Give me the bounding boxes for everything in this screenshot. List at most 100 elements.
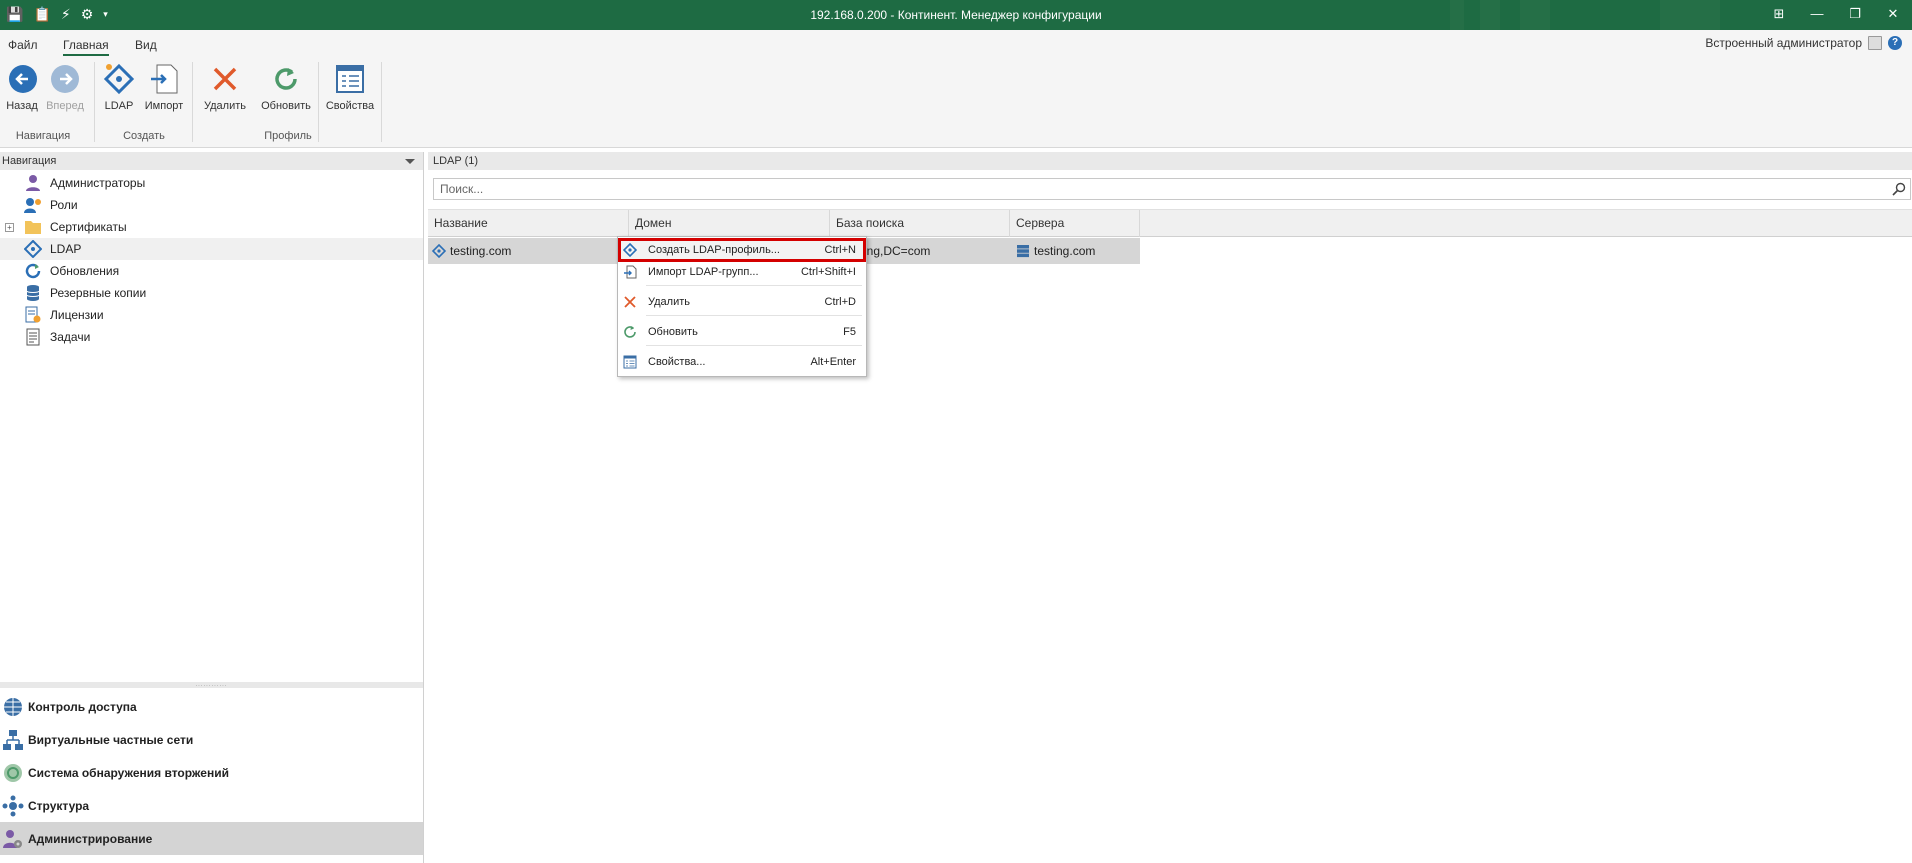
delete-x-icon: [624, 296, 636, 308]
refresh-button[interactable]: Обновить: [258, 62, 314, 112]
updates-icon: [25, 263, 41, 279]
tree-item-label: Администраторы: [50, 176, 146, 190]
cell-name-text: testing.com: [450, 244, 512, 258]
delete-x-icon: [208, 62, 242, 96]
ids-icon: [4, 763, 22, 782]
network-icon: [3, 729, 23, 750]
menu-separator: [646, 285, 862, 286]
tree-item-certificates[interactable]: + Сертификаты: [0, 216, 423, 238]
ldap-icon: [102, 62, 136, 96]
tab-view[interactable]: Вид: [135, 38, 157, 52]
maximize-button[interactable]: ❐: [1836, 0, 1874, 28]
menu-item-properties[interactable]: Свойства... Alt+Enter: [618, 351, 866, 373]
section-label: Система обнаружения вторжений: [28, 765, 229, 780]
tree-item-label: Задачи: [50, 330, 91, 344]
structure-icon: [2, 795, 24, 816]
forward-button[interactable]: Вперед: [44, 62, 86, 112]
refresh-icon: [269, 62, 303, 96]
roles-icon: [24, 198, 41, 213]
close-button[interactable]: ✕: [1874, 0, 1912, 28]
menu-item-label: Создать LDAP-профиль...: [648, 244, 780, 256]
delete-label: Удалить: [204, 100, 246, 112]
minimize-button[interactable]: —: [1798, 0, 1836, 28]
expand-icon[interactable]: +: [5, 222, 14, 232]
group-label-navigation: Навигация: [15, 130, 71, 142]
restore-window-icon[interactable]: ⊞: [1760, 0, 1798, 28]
ldap-create-button[interactable]: LDAP: [102, 62, 136, 112]
column-header-search-base[interactable]: База поиска: [830, 210, 1010, 237]
menu-item-refresh[interactable]: Обновить F5: [618, 321, 866, 343]
forward-label: Вперед: [46, 100, 84, 112]
section-label: Виртуальные частные сети: [28, 732, 194, 747]
section-structure[interactable]: Структура: [0, 789, 423, 822]
tab-home[interactable]: Главная: [63, 38, 109, 56]
ldap-icon: [432, 244, 446, 258]
avatar[interactable]: [1868, 36, 1882, 50]
properties-button[interactable]: Свойства: [324, 62, 376, 112]
import-icon: [147, 62, 181, 96]
tree-item-roles[interactable]: Роли: [0, 194, 423, 216]
table-header: Название Домен База поиска Сервера: [428, 209, 1912, 237]
tasks-icon: [26, 328, 40, 346]
help-icon[interactable]: ?: [1888, 36, 1902, 50]
menu-item-shortcut: F5: [843, 326, 856, 338]
navigation-header[interactable]: Навигация: [0, 152, 423, 170]
import-icon: [624, 265, 637, 279]
import-button[interactable]: Импорт: [141, 62, 187, 112]
tree-item-label: Роли: [50, 198, 78, 212]
menu-item-shortcut: Ctrl+Shift+I: [800, 266, 856, 278]
back-arrow-icon: [6, 62, 40, 96]
delete-button[interactable]: Удалить: [202, 62, 248, 112]
tree-item-label: Сертификаты: [50, 220, 127, 234]
tree-item-tasks[interactable]: Задачи: [0, 326, 423, 348]
column-header-domain[interactable]: Домен: [629, 210, 830, 237]
menu-item-label: Свойства...: [648, 356, 706, 368]
menu-item-delete[interactable]: Удалить Ctrl+D: [618, 291, 866, 313]
column-header-name[interactable]: Название: [428, 210, 629, 237]
admin-icon: [26, 175, 40, 191]
search-input[interactable]: [434, 179, 1874, 199]
pane-splitter[interactable]: ............: [0, 682, 423, 688]
chevron-down-icon[interactable]: [405, 159, 415, 164]
tree-item-label: Обновления: [50, 264, 120, 278]
menu-item-label: Удалить: [648, 296, 690, 308]
column-header-servers[interactable]: Сервера: [1010, 210, 1140, 237]
search-box: [433, 178, 1911, 200]
search-icon[interactable]: [1892, 182, 1906, 196]
menu-item-shortcut: Alt+Enter: [810, 356, 856, 368]
section-label: Контроль доступа: [28, 699, 137, 714]
tree-item-updates[interactable]: Обновления: [0, 260, 423, 282]
ribbon-separator: [192, 62, 193, 142]
properties-label: Свойства: [325, 100, 375, 112]
section-ids[interactable]: Система обнаружения вторжений: [0, 756, 423, 789]
menu-item-create-ldap-profile[interactable]: Создать LDAP-профиль... Ctrl+N: [618, 238, 866, 262]
refresh-label: Обновить: [261, 100, 311, 112]
menu-item-import-ldap-groups[interactable]: Импорт LDAP-групп... Ctrl+Shift+I: [618, 261, 866, 283]
section-access-control[interactable]: Контроль доступа: [0, 690, 423, 723]
cell-name: testing.com: [432, 238, 627, 264]
tree-item-ldap[interactable]: LDAP: [0, 238, 423, 260]
user-name[interactable]: Встроенный администратор: [1705, 36, 1862, 50]
globe-icon: [4, 697, 22, 716]
tab-file[interactable]: Файл: [8, 38, 38, 52]
license-icon: [25, 306, 41, 323]
menu-item-shortcut: Ctrl+N: [824, 244, 856, 256]
section-vpn[interactable]: Виртуальные частные сети: [0, 723, 423, 756]
section-administration[interactable]: Администрирование: [0, 822, 423, 855]
tree-item-administrators[interactable]: Администраторы: [0, 172, 423, 194]
context-menu: Создать LDAP-профиль... Ctrl+N Импорт LD…: [617, 236, 867, 377]
group-label-create: Создать: [123, 130, 165, 142]
content-header: LDAP (1): [428, 152, 1912, 170]
ldap-label: LDAP: [104, 100, 134, 112]
refresh-icon: [624, 326, 636, 338]
forward-arrow-icon: [48, 62, 82, 96]
server-icon: [1017, 245, 1029, 258]
menu-item-shortcut: Ctrl+D: [824, 296, 856, 308]
back-button[interactable]: Назад: [6, 62, 38, 112]
tree-item-backups[interactable]: Резервные копии: [0, 282, 423, 304]
navigation-header-label: Навигация: [2, 155, 57, 167]
menu-item-label: Обновить: [648, 326, 698, 338]
tree-item-licenses[interactable]: Лицензии: [0, 304, 423, 326]
back-label: Назад: [6, 100, 38, 112]
folder-icon: [25, 221, 41, 234]
